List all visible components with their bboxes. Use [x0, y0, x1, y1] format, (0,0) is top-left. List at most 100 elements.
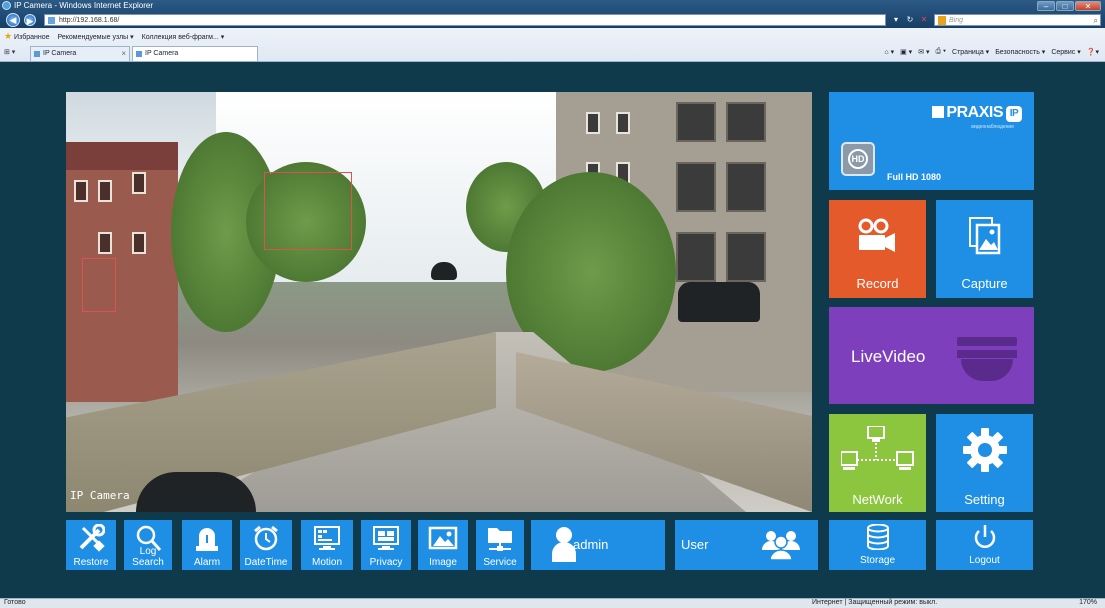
motion-detection-box	[264, 172, 352, 250]
restore-button[interactable]: Restore	[66, 520, 116, 570]
logout-label: Logout	[969, 555, 1000, 566]
privacy-button[interactable]: Privacy	[361, 520, 411, 570]
service-label: Service	[483, 557, 517, 568]
hd-icon: HD	[841, 142, 875, 176]
alarm-clock-icon	[254, 525, 278, 551]
window-title: IP Camera - Windows Internet Explorer	[14, 1, 154, 10]
favorites-label: Избранное	[14, 34, 50, 41]
search-input[interactable]: Bing ⌕	[934, 14, 1101, 26]
live-video-label: LiveVideo	[851, 347, 926, 366]
motion-button[interactable]: Motion	[301, 520, 353, 570]
log-search-button[interactable]: Log Search	[124, 520, 172, 570]
network-icon	[841, 426, 914, 470]
stop-icon[interactable]: ✕	[918, 14, 930, 26]
print-icon[interactable]: ⎙ ▾	[936, 48, 947, 56]
motion-label: Motion	[311, 557, 342, 568]
feeds-icon[interactable]: ▣ ▾	[900, 48, 912, 56]
navigation-row: ◀ ▶ http://192.168.1.68/ ▾ ↻ ✕ Bing ⌕	[0, 12, 1105, 28]
address-bar[interactable]: http://192.168.1.68/	[44, 14, 886, 26]
brand-tile: PRAXIS IP видеонаблюдение HD Full HD 1080	[829, 92, 1034, 190]
user-group-icon	[762, 531, 800, 560]
record-label: Record	[856, 276, 899, 291]
restore-label: Restore	[73, 557, 109, 568]
menu-security[interactable]: Безопасность ▾	[995, 48, 1045, 56]
video-car	[431, 262, 457, 280]
address-text: http://192.168.1.68/	[59, 17, 120, 24]
tab-close-icon[interactable]: ×	[121, 47, 126, 61]
service-button[interactable]: Service	[476, 520, 524, 570]
tab-label: IP Camera	[145, 50, 179, 57]
tab-ip-camera-2[interactable]: IP Camera	[132, 46, 258, 61]
alarm-button[interactable]: Alarm	[182, 520, 232, 570]
monitor-icon	[314, 526, 340, 550]
storage-label: Storage	[859, 555, 896, 566]
live-video-view[interactable]: IP Camera	[66, 92, 812, 512]
capture-tile[interactable]: Capture	[936, 200, 1033, 298]
favorites-button[interactable]: ★ Избранное	[4, 31, 50, 42]
status-bar: Готово Интернет | Защищенный режим: выкл…	[0, 598, 1105, 608]
home-icon[interactable]: ⌂ ▾	[884, 48, 894, 56]
power-icon	[974, 525, 996, 548]
setting-tile[interactable]: Setting	[936, 414, 1033, 512]
help-icon[interactable]: ❓▾	[1087, 48, 1099, 56]
favorites-bar: ★ Избранное Рекомендуемые узлы ▾ Коллекц…	[0, 28, 1105, 62]
quick-tabs-icon[interactable]: ⊞ ▾	[4, 48, 15, 56]
tab-page-icon	[136, 51, 142, 57]
folder-network-icon	[488, 528, 512, 551]
brand-badge: IP	[1006, 106, 1022, 122]
datetime-button[interactable]: DateTime	[240, 520, 292, 570]
alarm-light-icon	[196, 528, 218, 551]
video-car	[678, 282, 760, 322]
admin-button[interactable]: admin	[531, 520, 665, 570]
status-text: Готово	[4, 599, 26, 606]
image-button[interactable]: Image	[418, 520, 468, 570]
command-bar: ⌂ ▾ ▣ ▾ ✉ ▾ ⎙ ▾ Страница ▾ Безопасность …	[884, 48, 1099, 56]
menu-page[interactable]: Страница ▾	[952, 48, 989, 56]
window-controls: – □ ✕	[1037, 1, 1101, 11]
image-capture-icon	[969, 217, 1001, 255]
tab-row: ⊞ ▾ IP Camera × IP Camera ⌂ ▾ ▣ ▾ ✉ ▾ ⎙ …	[0, 45, 1105, 61]
forward-icon[interactable]: ▶	[24, 14, 36, 26]
user-button[interactable]: User	[675, 520, 818, 570]
gear-icon	[963, 428, 1007, 472]
menu-tools[interactable]: Сервис ▾	[1051, 48, 1080, 56]
capture-label: Capture	[961, 276, 1008, 291]
close-window-button[interactable]: ✕	[1075, 1, 1101, 11]
storage-tile[interactable]: Storage	[829, 520, 926, 570]
network-tile[interactable]: NetWork	[829, 414, 926, 512]
zoom-level[interactable]: 170%	[1079, 599, 1097, 606]
address-buttons: ▾ ↻ ✕	[890, 14, 930, 26]
record-tile[interactable]: Record	[829, 200, 926, 298]
search-icon[interactable]: ⌕	[1094, 15, 1098, 26]
image-label: Image	[429, 557, 457, 568]
alarm-label: Alarm	[193, 557, 221, 568]
maximize-button[interactable]: □	[1056, 1, 1074, 11]
security-zone: Интернет | Защищенный режим: выкл.	[812, 599, 938, 606]
logout-tile[interactable]: Logout	[936, 520, 1033, 570]
database-icon	[867, 524, 889, 550]
datetime-label: DateTime	[244, 557, 288, 568]
compat-view-icon[interactable]: ▾	[890, 14, 902, 26]
brand-name: PRAXIS	[946, 104, 1003, 121]
favbar-item[interactable]: Коллекция веб-фрагм... ▾	[142, 33, 225, 41]
user-label: User	[681, 537, 709, 552]
favbar-item[interactable]: Рекомендуемые узлы ▾	[58, 33, 134, 41]
video-overlay-label: IP Camera	[70, 489, 130, 502]
favorites-row: ★ Избранное Рекомендуемые узлы ▾ Коллекц…	[4, 31, 224, 42]
network-label: NetWork	[852, 492, 903, 507]
search-placeholder: Bing	[949, 17, 964, 24]
praxis-logo: PRAXIS IP	[932, 104, 1022, 122]
mail-icon[interactable]: ✉ ▾	[918, 48, 929, 56]
tools-icon	[79, 524, 105, 552]
live-video-tile[interactable]: LiveVideo	[829, 307, 1034, 404]
resolution-label: Full HD 1080	[887, 172, 942, 182]
tab-ip-camera-1[interactable]: IP Camera ×	[30, 46, 130, 61]
privacy-mask-icon	[373, 526, 399, 550]
log-search-label: Log Search	[132, 546, 164, 568]
back-icon[interactable]: ◀	[6, 13, 20, 27]
tab-label: IP Camera	[43, 50, 77, 57]
refresh-icon[interactable]: ↻	[904, 14, 916, 26]
dome-camera-icon	[957, 337, 1017, 381]
minimize-button[interactable]: –	[1037, 1, 1055, 11]
privacy-label: Privacy	[369, 557, 403, 568]
